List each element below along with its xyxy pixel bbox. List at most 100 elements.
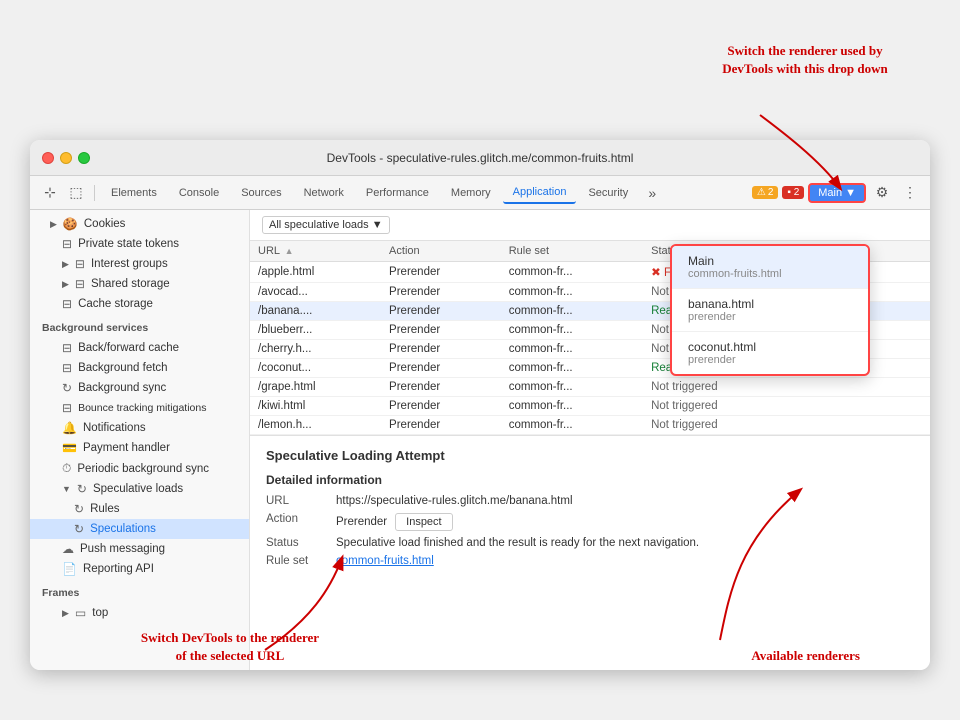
- cell-action: Prerender: [381, 378, 501, 397]
- sidebar-item-rules[interactable]: ↻ Rules: [30, 499, 249, 519]
- cell-ruleset: common-fr...: [501, 262, 643, 283]
- filter-dropdown[interactable]: All speculative loads ▼: [262, 216, 390, 234]
- col-header-action[interactable]: Action: [381, 241, 501, 262]
- cell-status: Not triggered: [643, 397, 930, 416]
- more-tabs-icon[interactable]: »: [640, 181, 664, 205]
- renderer-name: Main: [688, 254, 852, 268]
- annotation-top-right: Switch the renderer used by DevTools wit…: [705, 42, 905, 78]
- sidebar-item-interest-groups[interactable]: ▶ ⊟ Interest groups: [30, 254, 249, 274]
- expand-icon-shared: ▶: [62, 279, 69, 290]
- notifications-icon: 🔔: [62, 421, 77, 435]
- error-icon: ▪: [787, 187, 791, 198]
- renderer-item[interactable]: banana.html prerender: [672, 289, 868, 332]
- table-row[interactable]: /lemon.h...Prerendercommon-fr...Not trig…: [250, 416, 930, 435]
- cell-url: /banana....: [250, 302, 381, 321]
- tab-sources[interactable]: Sources: [231, 183, 291, 203]
- cell-ruleset: common-fr...: [501, 397, 643, 416]
- tab-performance[interactable]: Performance: [356, 183, 439, 203]
- warning-badge[interactable]: ⚠ 2: [752, 186, 779, 199]
- annotation-bottom-left: Switch DevTools to the renderer of the s…: [140, 629, 320, 665]
- toolbar-right: ⚠ 2 ▪ 2 Main ▼ ⚙ ⋮: [752, 181, 922, 205]
- sidebar-item-periodic-bg[interactable]: ⏱ Periodic background sync: [30, 458, 249, 479]
- sidebar-label-cookies: Cookies: [84, 218, 126, 230]
- maximize-button[interactable]: [78, 152, 90, 164]
- url-value: https://speculative-rules.glitch.me/bana…: [336, 495, 914, 507]
- inspect-button[interactable]: Inspect: [395, 513, 452, 531]
- main-panel: All speculative loads ▼ URL ▲ Action: [250, 210, 930, 670]
- sort-icon: ▲: [285, 246, 294, 256]
- table-row[interactable]: /kiwi.htmlPrerendercommon-fr...Not trigg…: [250, 397, 930, 416]
- action-value: Prerender: [336, 516, 387, 528]
- sidebar-item-payment[interactable]: 💳 Payment handler: [30, 438, 249, 458]
- settings-icon[interactable]: ⚙: [870, 181, 894, 205]
- renderer-dropdown-button[interactable]: Main ▼: [808, 183, 866, 203]
- sidebar-item-shared-storage[interactable]: ▶ ⊟ Shared storage: [30, 274, 249, 294]
- tab-security[interactable]: Security: [578, 183, 638, 203]
- tab-console[interactable]: Console: [169, 183, 229, 203]
- main-label: Main: [818, 187, 842, 199]
- ruleset-link[interactable]: common-fruits.html: [336, 555, 914, 567]
- cell-action: Prerender: [381, 416, 501, 435]
- sidebar-label-back-forward: Back/forward cache: [78, 342, 179, 354]
- sidebar-item-private-state-tokens[interactable]: ⊟ Private state tokens: [30, 234, 249, 254]
- db-icon-3: ⊟: [75, 277, 85, 291]
- sidebar-label-shared: Shared storage: [91, 278, 170, 290]
- sidebar-item-cookies[interactable]: ▶ 🍪 Cookies: [30, 214, 249, 234]
- bounce-icon: ⊟: [62, 401, 72, 415]
- sidebar-item-speculative-loads[interactable]: ▼ ↻ Speculative loads: [30, 479, 249, 499]
- frame-icon: ▭: [75, 606, 86, 620]
- status-value: Speculative load finished and the result…: [336, 537, 914, 549]
- detail-panel: Speculative Loading Attempt Detailed inf…: [250, 435, 930, 585]
- sidebar-item-cache-storage[interactable]: ⊟ Cache storage: [30, 294, 249, 314]
- cell-action: Prerender: [381, 397, 501, 416]
- ruleset-label: Rule set: [266, 555, 336, 567]
- expand-icon-top: ▶: [62, 608, 69, 619]
- sidebar-item-bounce-tracking[interactable]: ⊟ Bounce tracking mitigations: [30, 398, 249, 418]
- device-mode-icon[interactable]: ⬚: [64, 181, 88, 205]
- table-row[interactable]: /grape.htmlPrerendercommon-fr...Not trig…: [250, 378, 930, 397]
- sidebar-item-speculations[interactable]: ↻ Speculations: [30, 519, 249, 539]
- traffic-lights: [42, 152, 90, 164]
- cell-action: Prerender: [381, 340, 501, 359]
- url-label: URL: [266, 495, 336, 507]
- sidebar-item-bg-fetch[interactable]: ⊟ Background fetch: [30, 358, 249, 378]
- annotation-bottom-right: Available renderers: [751, 647, 860, 665]
- sidebar-item-reporting-api[interactable]: 📄 Reporting API: [30, 559, 249, 579]
- sidebar-item-push-messaging[interactable]: ☁ Push messaging: [30, 539, 249, 559]
- renderer-sub: common-fruits.html: [688, 268, 852, 280]
- sidebar-label-bg-sync: Background sync: [78, 382, 166, 394]
- inspect-element-icon[interactable]: ⊹: [38, 181, 62, 205]
- cell-status: Not triggered: [643, 416, 930, 435]
- cell-url: /apple.html: [250, 262, 381, 283]
- tab-application[interactable]: Application: [503, 182, 577, 204]
- col-header-url[interactable]: URL ▲: [250, 241, 381, 262]
- col-header-ruleset[interactable]: Rule set: [501, 241, 643, 262]
- error-badge[interactable]: ▪ 2: [782, 186, 804, 199]
- renderer-sub: prerender: [688, 311, 852, 323]
- sidebar-item-back-forward[interactable]: ⊟ Back/forward cache: [30, 338, 249, 358]
- detail-subtitle: Detailed information: [266, 473, 914, 487]
- tab-network[interactable]: Network: [294, 183, 354, 203]
- sidebar-item-notifications[interactable]: 🔔 Notifications: [30, 418, 249, 438]
- cell-url: /avocad...: [250, 283, 381, 302]
- sidebar-label-cache: Cache storage: [78, 298, 153, 310]
- detail-title: Speculative Loading Attempt: [266, 448, 914, 463]
- tab-memory[interactable]: Memory: [441, 183, 501, 203]
- status-text: Not triggered: [651, 419, 717, 431]
- table-toolbar: All speculative loads ▼: [250, 210, 930, 241]
- cell-url: /coconut...: [250, 359, 381, 378]
- browser-window: DevTools - speculative-rules.glitch.me/c…: [30, 140, 930, 670]
- minimize-button[interactable]: [60, 152, 72, 164]
- sidebar-label-notifications: Notifications: [83, 422, 146, 434]
- renderer-item[interactable]: coconut.html prerender: [672, 332, 868, 374]
- tab-elements[interactable]: Elements: [101, 183, 167, 203]
- renderer-item[interactable]: Main common-fruits.html: [672, 246, 868, 289]
- detail-ruleset-row: Rule set common-fruits.html: [266, 555, 914, 567]
- sidebar-item-top[interactable]: ▶ ▭ top: [30, 603, 249, 623]
- cache-icon: ⊟: [62, 297, 72, 311]
- cell-action: Prerender: [381, 302, 501, 321]
- more-options-icon[interactable]: ⋮: [898, 181, 922, 205]
- content-area: ▶ 🍪 Cookies ⊟ Private state tokens ▶ ⊟ I…: [30, 210, 930, 670]
- close-button[interactable]: [42, 152, 54, 164]
- sidebar-item-bg-sync[interactable]: ↻ Background sync: [30, 378, 249, 398]
